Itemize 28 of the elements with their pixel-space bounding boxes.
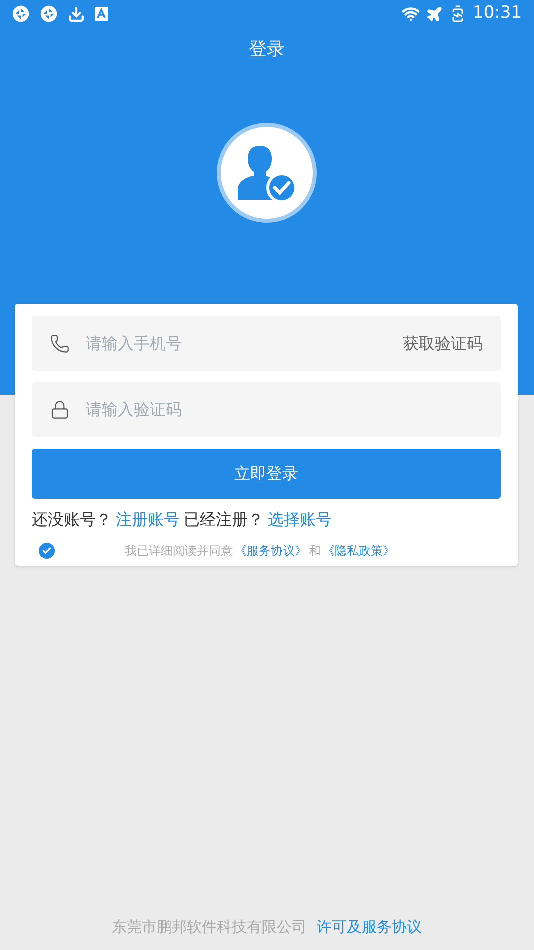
aperture-icon [40, 5, 58, 23]
text: 我已详细阅读并同意 [125, 543, 233, 560]
phone-input[interactable]: 请输入手机号 [86, 332, 403, 356]
phone-icon [50, 334, 70, 354]
login-button[interactable]: 立即登录 [32, 449, 501, 499]
code-input[interactable]: 请输入验证码 [86, 398, 483, 422]
check-icon [42, 546, 52, 556]
text: 已经注册？ [184, 509, 264, 531]
company-name: 东莞市鹏邦软件科技有限公司 [112, 916, 307, 938]
airplane-icon [426, 6, 443, 22]
text: 还没账号？ [32, 509, 112, 531]
code-field[interactable]: 请输入验证码 [32, 382, 501, 437]
get-code-button[interactable]: 获取验证码 [403, 332, 483, 356]
license-link[interactable]: 许可及服务协议 [317, 916, 422, 938]
download-icon [68, 6, 85, 22]
text: 和 [309, 543, 321, 560]
font-icon [95, 7, 108, 21]
link[interactable]: 选择账号 [268, 508, 332, 532]
page-title: 登录 [249, 38, 285, 62]
link[interactable]: 《隐私政策》 [323, 542, 395, 560]
wifi-icon [402, 5, 420, 23]
lock-icon [50, 400, 70, 420]
link[interactable]: 《服务协议》 [235, 542, 307, 560]
phone-field[interactable]: 请输入手机号 获取验证码 [32, 316, 501, 371]
agreement-checkbox[interactable] [39, 543, 55, 559]
aperture-icon [12, 5, 30, 23]
clock: 10:31 [473, 2, 522, 26]
link[interactable]: 注册账号 [116, 508, 180, 532]
